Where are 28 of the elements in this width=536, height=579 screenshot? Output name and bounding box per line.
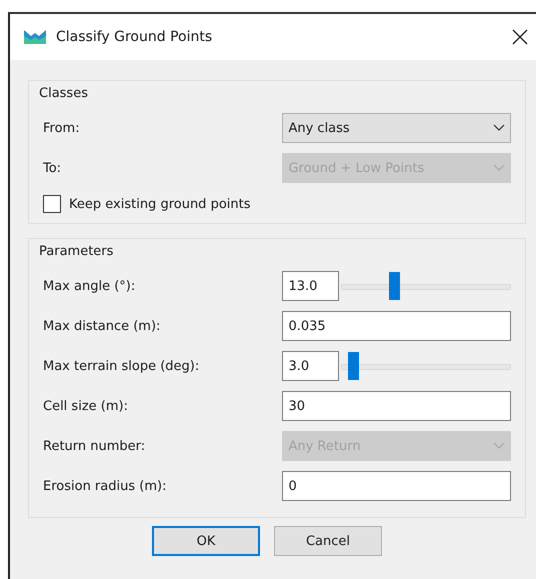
field-label: Cell size (m): xyxy=(43,398,129,414)
input-field[interactable]: 13.0 xyxy=(282,271,340,301)
caret-icon xyxy=(493,442,505,450)
window-title: Classify Ground Points xyxy=(56,29,214,45)
input-field[interactable]: 3.0 xyxy=(282,351,340,381)
field-label: Return number: xyxy=(43,438,146,454)
field-label: Max distance (m): xyxy=(43,318,162,334)
checkbox[interactable] xyxy=(43,195,61,213)
field-label: Erosion radius (m): xyxy=(43,478,168,494)
dialog-button[interactable]: Cancel xyxy=(274,526,382,556)
slider[interactable] xyxy=(341,351,511,381)
group-title: Parameters xyxy=(39,244,114,259)
close-icon[interactable] xyxy=(512,29,528,45)
dialog-button[interactable]: OK xyxy=(152,526,260,556)
field-label: Max terrain slope (deg): xyxy=(43,358,200,374)
field-label: Max angle (°): xyxy=(43,278,136,294)
caret-icon xyxy=(493,124,505,132)
checkbox-label: Keep existing ground points xyxy=(69,196,250,212)
input-field[interactable]: 0.035 xyxy=(282,311,511,341)
group-title: Classes xyxy=(39,86,88,101)
dropdown[interactable]: Any class xyxy=(282,113,511,143)
caret-icon xyxy=(493,164,505,172)
field-label: From: xyxy=(43,120,81,136)
slider[interactable] xyxy=(341,271,511,301)
input-field[interactable]: 30 xyxy=(282,391,511,421)
field-label: To: xyxy=(43,160,62,176)
input-field[interactable]: 0 xyxy=(282,471,511,501)
app-icon xyxy=(24,30,46,44)
